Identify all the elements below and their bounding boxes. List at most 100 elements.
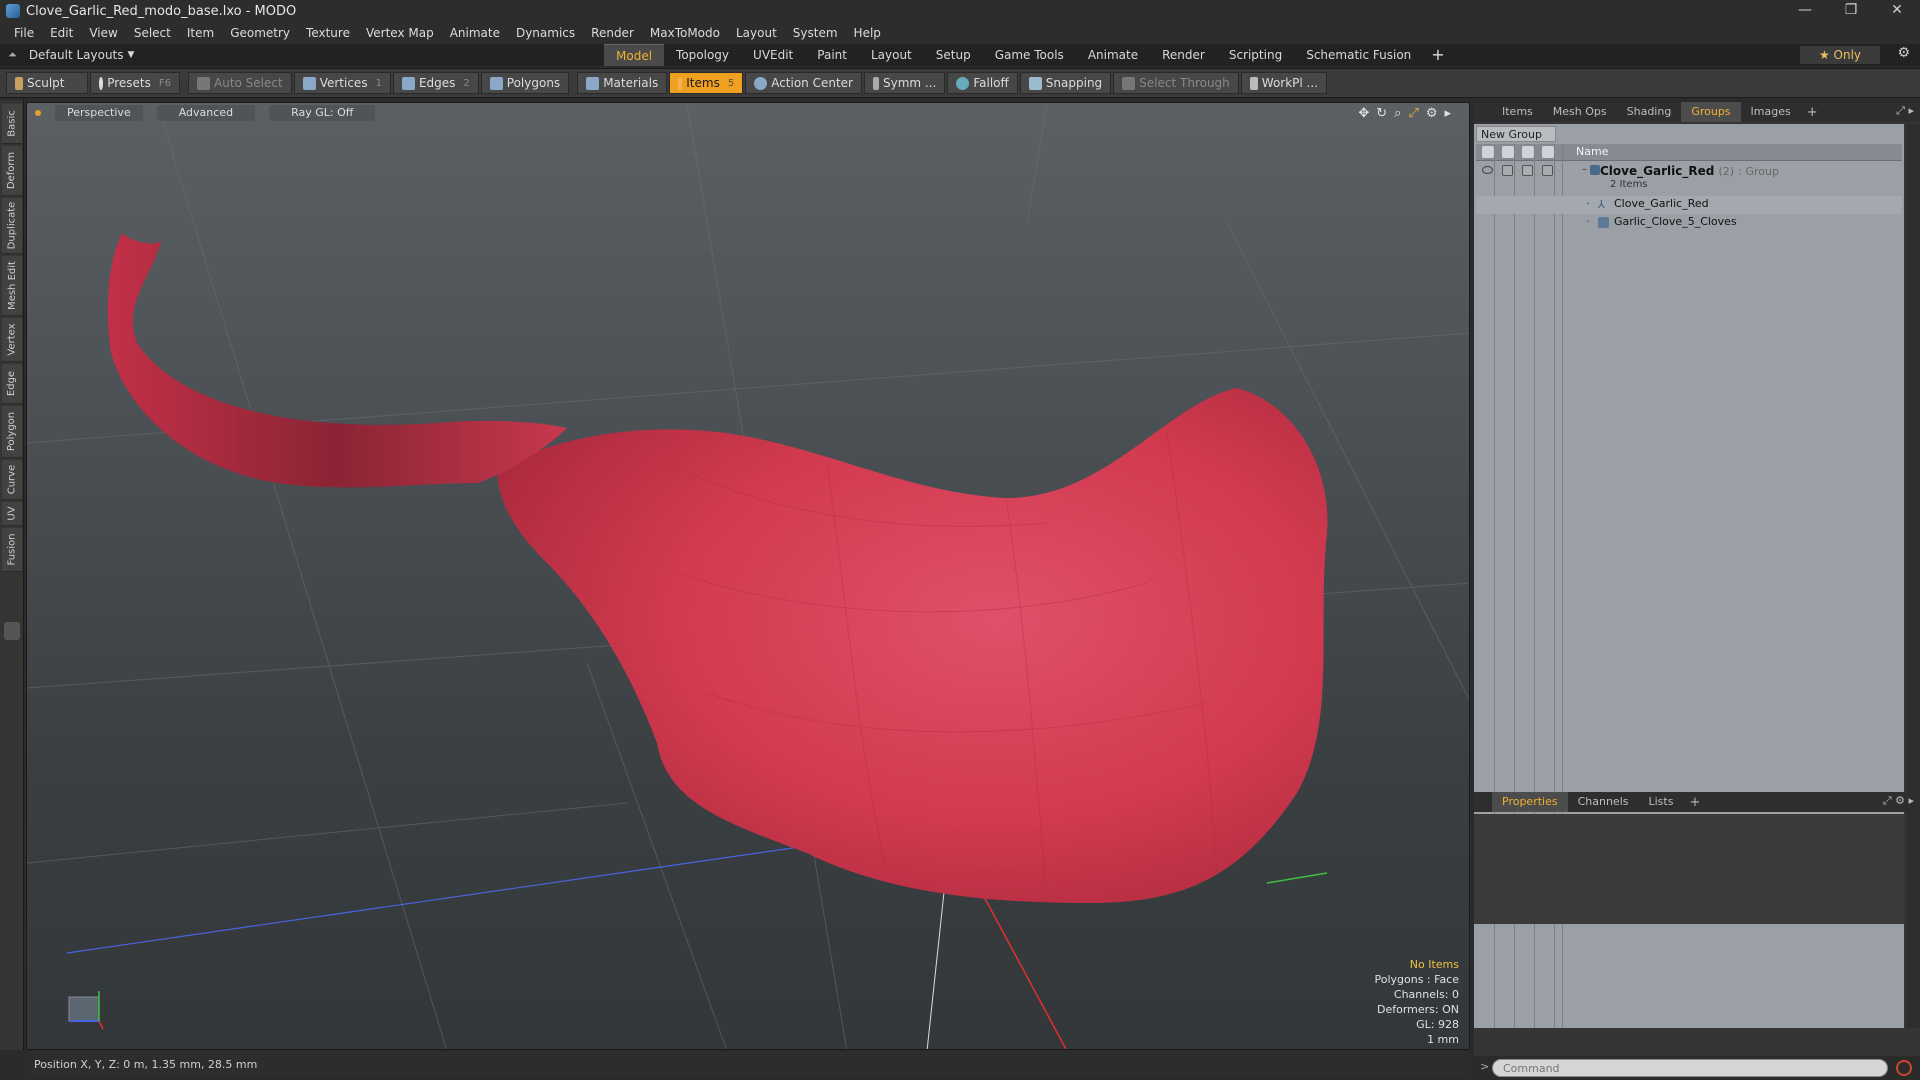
command-history-icon[interactable]: > [1480,1060,1489,1073]
tab-animate[interactable]: Animate [1076,44,1150,66]
vtab-basic[interactable]: Basic [2,104,22,144]
maximize-icon[interactable]: ⤢ [1408,106,1418,121]
visibility-column-icon[interactable] [1482,146,1494,158]
falloff-button[interactable]: Falloff [947,72,1018,94]
add-panel-tab-button[interactable]: + [1801,105,1824,120]
materials-button[interactable]: Materials [577,72,668,94]
symmetry-button[interactable]: Symm ... [864,72,946,94]
menu-animate[interactable]: Animate [442,22,508,44]
collapse-icon[interactable]: – [1582,164,1587,175]
vertices-button[interactable]: Vertices 1 [293,72,391,94]
auto-select-button[interactable]: Auto Select [188,72,292,94]
close-button[interactable]: ✕ [1874,0,1920,22]
menu-dynamics[interactable]: Dynamics [508,22,583,44]
edges-button[interactable]: Edges 2 [392,72,479,94]
shading-mode-button[interactable]: Advanced [156,105,256,121]
tab-images[interactable]: Images [1741,102,1801,122]
viewport-gear-icon[interactable]: ⚙ [1426,106,1438,121]
action-center-button[interactable]: Action Center [745,72,862,94]
menu-edit[interactable]: Edit [42,22,81,44]
viewport-menu-dot[interactable] [35,110,41,116]
tab-render[interactable]: Render [1150,44,1217,66]
record-macro-icon[interactable] [1896,1060,1912,1076]
vtab-curve[interactable]: Curve [2,460,22,500]
panel-toggle-handle[interactable] [4,622,20,640]
sculpt-button[interactable]: Sculpt [6,72,88,94]
menu-geometry[interactable]: Geometry [222,22,298,44]
add-bottom-tab-button[interactable]: + [1683,795,1706,810]
tab-channels[interactable]: Channels [1568,792,1639,812]
menu-layout[interactable]: Layout [728,22,785,44]
expand-panel-icon[interactable]: ⤢ ▸ [1896,104,1914,118]
list-item[interactable]: · ⅄ Clove_Garlic_Red [1476,196,1902,214]
visibility-eye-icon[interactable] [1482,166,1493,174]
tab-items[interactable]: Items [1492,102,1543,122]
tab-setup[interactable]: Setup [924,44,983,66]
raygl-button[interactable]: Ray GL: Off [269,105,376,121]
tab-scripting[interactable]: Scripting [1217,44,1294,66]
select-through-button[interactable]: Select Through [1113,72,1239,94]
group-row[interactable]: – Clove_Garlic_Red (2) : Group 2 Items [1476,162,1902,194]
render-column-icon[interactable] [1502,146,1514,158]
command-input[interactable] [1492,1059,1888,1077]
menu-file[interactable]: File [6,22,42,44]
3d-viewport[interactable]: Perspective Advanced Ray GL: Off ✥ ↻ ⌕ ⤢… [26,102,1470,1050]
menu-view[interactable]: View [81,22,125,44]
menu-select[interactable]: Select [126,22,179,44]
tab-paint[interactable]: Paint [805,44,859,66]
add-tab-button[interactable]: + [1423,44,1452,66]
snapping-button[interactable]: Snapping [1019,72,1112,94]
bottom-panel-options-icon[interactable]: ⤢ ⚙ ▸ [1883,794,1914,808]
menu-maxtomodo[interactable]: MaxToModo [642,22,728,44]
polygons-button[interactable]: Polygons [480,72,570,94]
tab-shading[interactable]: Shading [1617,102,1682,122]
tab-mesh-ops[interactable]: Mesh Ops [1543,102,1617,122]
viewport-more-icon[interactable]: ▸ [1444,106,1451,121]
menu-item[interactable]: Item [179,22,222,44]
vtab-edge[interactable]: Edge [2,364,22,404]
list-item[interactable]: · Garlic_Clove_5_Cloves [1476,214,1902,232]
name-column-header[interactable]: Name [1576,145,1608,158]
menu-help[interactable]: Help [846,22,889,44]
lock-toggle[interactable] [1522,165,1533,176]
menu-render[interactable]: Render [583,22,642,44]
vtab-duplicate[interactable]: Duplicate [2,198,22,254]
pan-icon[interactable]: ✥ [1358,106,1369,121]
z-axis-line [66,842,828,954]
select-column-icon[interactable] [1542,146,1554,158]
view-type-button[interactable]: Perspective [55,105,143,121]
workplane-button[interactable]: WorkPl ... [1240,72,1327,94]
menu-vertex-map[interactable]: Vertex Map [358,22,442,44]
tab-topology[interactable]: Topology [664,44,741,66]
vtab-vertex[interactable]: Vertex [2,318,22,362]
collapse-up-icon[interactable]: ⏶ [8,48,17,62]
vtab-mesh-edit[interactable]: Mesh Edit [2,256,22,316]
menu-texture[interactable]: Texture [298,22,358,44]
tab-schematic-fusion[interactable]: Schematic Fusion [1294,44,1423,66]
maximize-button[interactable]: ❐ [1828,0,1874,22]
tab-model[interactable]: Model [604,44,665,66]
render-toggle[interactable] [1502,165,1513,176]
lock-column-icon[interactable] [1522,146,1534,158]
tab-lists[interactable]: Lists [1639,792,1684,812]
new-group-button[interactable]: New Group [1476,126,1556,142]
layouts-dropdown[interactable]: ⏶ Default Layouts ▼ [0,48,600,62]
menu-system[interactable]: System [785,22,846,44]
tab-game-tools[interactable]: Game Tools [983,44,1076,66]
only-toggle[interactable]: ★ Only [1800,46,1880,64]
zoom-icon[interactable]: ⌕ [1394,106,1401,121]
vtab-uv[interactable]: UV [2,502,22,526]
tab-properties[interactable]: Properties [1492,792,1568,812]
tab-groups[interactable]: Groups [1681,102,1741,122]
presets-button[interactable]: Presets F6 [90,72,180,94]
tab-uvedit[interactable]: UVEdit [741,44,805,66]
vtab-fusion[interactable]: Fusion [2,528,22,572]
vtab-deform[interactable]: Deform [2,146,22,196]
tab-layout[interactable]: Layout [859,44,924,66]
items-button[interactable]: Items 5 [669,72,744,94]
gear-icon[interactable]: ⚙ [1897,45,1910,61]
select-toggle[interactable] [1542,165,1553,176]
vtab-polygon[interactable]: Polygon [2,406,22,458]
rotate-icon[interactable]: ↻ [1376,106,1387,121]
minimize-button[interactable]: — [1782,0,1828,22]
